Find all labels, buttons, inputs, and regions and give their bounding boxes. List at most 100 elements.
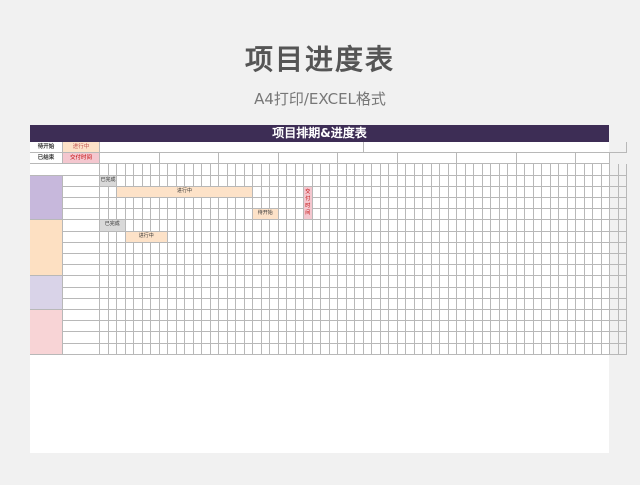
day-cell: [397, 276, 406, 288]
day-number: [593, 164, 602, 176]
day-cell: [176, 265, 185, 277]
day-cell: [508, 242, 517, 254]
day-cell: [142, 298, 151, 310]
day-cell: [278, 186, 287, 198]
day-cell: [355, 220, 364, 232]
day-cell: [440, 186, 449, 198]
day-cell: [312, 332, 321, 344]
day-cell: [508, 220, 517, 232]
day-cell: [584, 298, 593, 310]
day-cell: [474, 287, 483, 299]
day-number: [270, 164, 279, 176]
task-label: [63, 242, 100, 254]
day-number: [380, 164, 389, 176]
day-cell: [253, 276, 262, 288]
day-cell: [584, 242, 593, 254]
day-cell: [406, 254, 415, 266]
day-cell: [457, 242, 466, 254]
day-cell: [482, 332, 491, 344]
day-cell: [355, 209, 364, 221]
day-cell: [329, 209, 338, 221]
day-cell: [431, 265, 440, 277]
day-cell: [304, 254, 313, 266]
day-cell: [363, 242, 372, 254]
day-cell: [499, 332, 508, 344]
day-cell: [227, 242, 236, 254]
day-cell: [151, 298, 160, 310]
day-cell: [618, 343, 627, 355]
day-cell: [372, 175, 381, 187]
day-cell: [516, 254, 525, 266]
day-cell: [363, 254, 372, 266]
day-cell: [482, 186, 491, 198]
day-cell: [508, 343, 517, 355]
day-cell: [508, 231, 517, 243]
day-cell: [142, 332, 151, 344]
gantt-bar: 进行中: [117, 186, 252, 197]
day-cell: [491, 265, 500, 277]
day-cell: [142, 242, 151, 254]
day-cell: [321, 175, 330, 187]
day-cell: [338, 287, 347, 299]
gantt-bar: 交付时间: [304, 186, 312, 220]
day-cell: [423, 220, 432, 232]
day-cell: [185, 254, 194, 266]
day-cell: [457, 186, 466, 198]
day-cell: [100, 298, 109, 310]
day-cell: [100, 186, 109, 198]
day-cell: [372, 220, 381, 232]
day-cell: [431, 209, 440, 221]
day-cell: [151, 242, 160, 254]
day-number: [465, 164, 474, 176]
day-cell: [151, 175, 160, 187]
day-cell: [601, 175, 610, 187]
day-cell: [567, 254, 576, 266]
day-cell: [355, 198, 364, 210]
day-cell: [295, 343, 304, 355]
day-cell: [108, 332, 117, 344]
day-cell: [550, 209, 559, 221]
day-cell: [227, 265, 236, 277]
day-cell: [185, 198, 194, 210]
day-cell: [312, 220, 321, 232]
day-cell: [457, 298, 466, 310]
day-cell: [295, 209, 304, 221]
day-cell: [499, 242, 508, 254]
day-cell: [448, 287, 457, 299]
day-cell: [125, 321, 134, 333]
day-cell: [117, 242, 126, 254]
day-cell: [525, 242, 534, 254]
day-cell: [525, 265, 534, 277]
day-cell: [618, 332, 627, 344]
day-cell: [312, 265, 321, 277]
day-cell: [219, 298, 228, 310]
day-cell: [363, 209, 372, 221]
day-number: [304, 164, 313, 176]
day-cell: [176, 321, 185, 333]
day-cell: [491, 186, 500, 198]
day-cell: [423, 186, 432, 198]
day-cell: [108, 310, 117, 322]
day-cell: [576, 186, 585, 198]
day-cell: [397, 254, 406, 266]
week-header: [100, 153, 160, 165]
day-cell: [244, 254, 253, 266]
day-cell: [474, 242, 483, 254]
day-cell: [406, 220, 415, 232]
day-cell: [329, 220, 338, 232]
day-cell: [176, 343, 185, 355]
day-cell: [550, 198, 559, 210]
task-label: [63, 220, 100, 232]
day-cell: [584, 321, 593, 333]
day-cell: [618, 321, 627, 333]
day-cell: [576, 231, 585, 243]
day-cell: [397, 175, 406, 187]
day-cell: [363, 276, 372, 288]
day-cell: [312, 298, 321, 310]
day-cell: [516, 186, 525, 198]
day-cell: [380, 298, 389, 310]
day-cell: [533, 186, 542, 198]
task-label: [63, 321, 100, 333]
day-number: [601, 164, 610, 176]
day-cell: [465, 231, 474, 243]
